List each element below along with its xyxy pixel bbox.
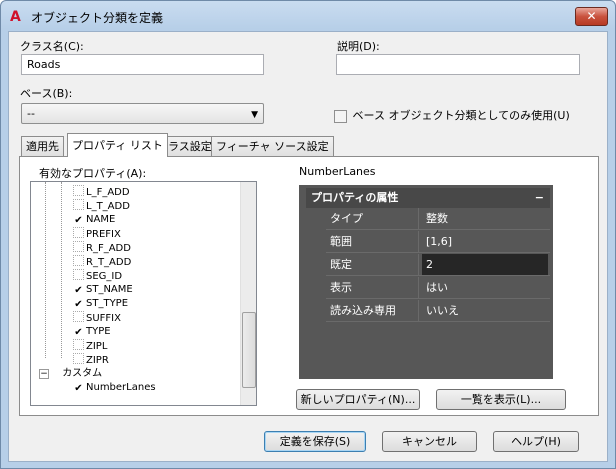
checkmark-icon[interactable]: ✔: [73, 215, 84, 226]
checkmark-icon[interactable]: ✔: [73, 383, 84, 394]
chevron-down-icon: ▼: [251, 110, 258, 120]
tree-item-label: SUFFIX: [86, 313, 121, 324]
tree-item-label: L_T_ADD: [86, 201, 130, 212]
tree-item-label: L_F_ADD: [86, 187, 130, 198]
tree-item-zipr[interactable]: ZIPR: [73, 353, 109, 367]
base-only-option[interactable]: ベース オブジェクト分類としてのみ使用(U): [334, 107, 570, 123]
dialog-body: クラス名(C): Roads 説明(D): ベース(B): -- ▼ ベース オ…: [8, 31, 608, 462]
property-value[interactable]: 整数: [422, 208, 548, 229]
checkbox-unchecked[interactable]: [73, 353, 84, 364]
collapse-icon[interactable]: −: [535, 188, 544, 208]
base-select-value: --: [27, 107, 35, 120]
cancel-button[interactable]: キャンセル: [382, 431, 477, 452]
tree-connector: [45, 182, 46, 358]
property-attributes-panel: プロパティの属性 − タイプ 整数 範囲 [1,6] 既定 2 表示 はい 読み…: [299, 185, 553, 379]
tree-item-suffix[interactable]: SUFFIX: [73, 311, 121, 325]
base-only-checkbox[interactable]: [334, 109, 347, 123]
checkbox-unchecked[interactable]: [73, 185, 84, 196]
property-key: 範囲: [330, 235, 352, 248]
property-key: 読み込み専用: [330, 304, 396, 317]
property-value[interactable]: [1,6]: [422, 231, 548, 252]
new-property-button[interactable]: 新しいプロパティ(N)...: [296, 389, 420, 410]
property-key: 表示: [330, 281, 352, 294]
tab-feature-source[interactable]: フィーチャ ソース設定: [211, 136, 334, 156]
checkbox-unchecked[interactable]: [73, 255, 84, 266]
tab-apply-to[interactable]: 適用先: [21, 136, 64, 156]
property-key: タイプ: [330, 212, 363, 225]
class-name-input[interactable]: Roads: [21, 54, 264, 75]
tree-item-name[interactable]: ✔ NAME: [73, 213, 115, 227]
checkmark-icon[interactable]: ✔: [73, 299, 84, 310]
checkbox-unchecked[interactable]: [73, 311, 84, 322]
tab-property-list[interactable]: プロパティ リスト: [67, 133, 168, 157]
property-key: 既定: [330, 258, 352, 271]
tree-item-label: ST_NAME: [86, 284, 133, 295]
tree-item-label: R_T_ADD: [86, 257, 132, 268]
properties-tree[interactable]: L_F_ADD L_T_ADD ✔ NAME PREFIX R_F_ADD R_T…: [30, 181, 257, 406]
available-properties-label: 有効なプロパティ(A):: [39, 167, 147, 180]
app-logo-icon: A: [10, 9, 21, 25]
tree-group-custom[interactable]: − カスタム: [39, 367, 102, 381]
tree-item-label: SEG_ID: [86, 271, 123, 282]
property-row-type[interactable]: タイプ 整数: [326, 208, 550, 230]
tree-item-l-f-add[interactable]: L_F_ADD: [73, 185, 130, 199]
property-attributes-header[interactable]: プロパティの属性 −: [306, 188, 550, 208]
checkmark-icon[interactable]: ✔: [73, 327, 84, 338]
checkbox-unchecked[interactable]: [73, 339, 84, 350]
tree-item-label: NAME: [86, 214, 116, 225]
tree-group-label: カスタム: [62, 368, 103, 379]
class-name-label: クラス名(C):: [20, 40, 84, 53]
checkbox-unchecked[interactable]: [73, 199, 84, 210]
description-label: 説明(D):: [337, 40, 380, 53]
checkbox-unchecked[interactable]: [73, 227, 84, 238]
title-bar: A オブジェクト分類を定義 ✕: [1, 1, 615, 31]
tree-item-label: ST_TYPE: [86, 298, 129, 309]
scrollbar-thumb[interactable]: [242, 312, 256, 388]
selected-property-name: NumberLanes: [299, 165, 376, 178]
tree-item-label: ZIPL: [86, 341, 108, 352]
checkbox-unchecked[interactable]: [73, 269, 84, 280]
tree-item-numberlanes[interactable]: ✔ NumberLanes: [73, 381, 156, 395]
collapse-icon[interactable]: −: [39, 369, 49, 379]
tree-item-st-type[interactable]: ✔ ST_TYPE: [73, 297, 128, 311]
tree-scrollbar[interactable]: [240, 182, 256, 405]
tree-item-prefix[interactable]: PREFIX: [73, 227, 121, 241]
tree-item-label: NumberLanes: [86, 382, 156, 393]
property-value[interactable]: はい: [422, 277, 548, 298]
description-input[interactable]: [336, 54, 580, 75]
show-list-button[interactable]: 一覧を表示(L)...: [436, 389, 566, 410]
tree-item-seg-id[interactable]: SEG_ID: [73, 269, 122, 283]
checkmark-icon[interactable]: ✔: [73, 285, 84, 296]
checkbox-unchecked[interactable]: [73, 241, 84, 252]
save-button[interactable]: 定義を保存(S): [264, 431, 366, 452]
property-value[interactable]: 2: [422, 254, 548, 275]
close-button[interactable]: ✕: [575, 7, 608, 26]
base-select[interactable]: -- ▼: [21, 103, 264, 124]
tree-item-label: ZIPR: [86, 355, 109, 366]
property-value[interactable]: いいえ: [422, 300, 548, 321]
panel-title: プロパティの属性: [311, 191, 399, 204]
property-row-range[interactable]: 範囲 [1,6]: [326, 231, 550, 253]
property-row-default[interactable]: 既定 2: [326, 254, 550, 276]
tree-item-r-f-add[interactable]: R_F_ADD: [73, 241, 131, 255]
tree-item-st-name[interactable]: ✔ ST_NAME: [73, 283, 133, 297]
tree-item-label: PREFIX: [86, 229, 121, 240]
property-row-readonly[interactable]: 読み込み専用 いいえ: [326, 300, 550, 322]
help-button[interactable]: ヘルプ(H): [493, 431, 579, 452]
tree-item-l-t-add[interactable]: L_T_ADD: [73, 199, 130, 213]
tree-item-type[interactable]: ✔ TYPE: [73, 325, 111, 339]
property-list-pane: 有効なプロパティ(A): L_F_ADD L_T_ADD ✔ NAME PREFI…: [19, 156, 599, 416]
property-row-visible[interactable]: 表示 はい: [326, 277, 550, 299]
tree-item-zipl[interactable]: ZIPL: [73, 339, 107, 353]
dialog-window: A オブジェクト分類を定義 ✕ クラス名(C): Roads 説明(D): ベー…: [0, 0, 616, 469]
tree-item-label: TYPE: [86, 326, 111, 337]
base-label: ベース(B):: [20, 87, 73, 100]
tree-item-r-t-add[interactable]: R_T_ADD: [73, 255, 131, 269]
base-only-label: ベース オブジェクト分類としてのみ使用(U): [352, 109, 570, 122]
window-title: オブジェクト分類を定義: [31, 11, 164, 25]
tree-item-label: R_F_ADD: [86, 243, 131, 254]
tree-connector: [61, 182, 62, 358]
